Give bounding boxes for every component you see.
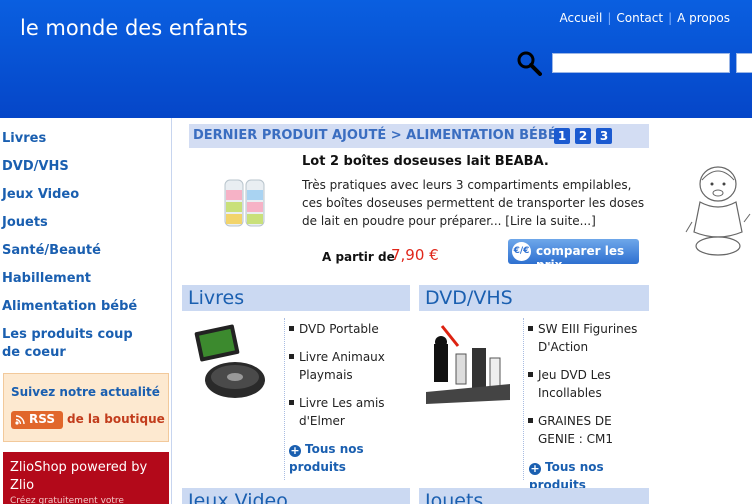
- search-go-button[interactable]: [736, 53, 752, 73]
- zlio-promo-box[interactable]: ZlioShop powered by Zlio Créez gratuitem…: [3, 452, 169, 504]
- page-1-button[interactable]: 1: [554, 128, 570, 144]
- list-item-label: GRAINES DE GENIE : CM1: [538, 414, 614, 446]
- compare-prices-button[interactable]: €/€ comparer les prix: [508, 239, 639, 272]
- livres-all-products-link[interactable]: + Tous nos produits: [289, 440, 399, 476]
- sidebar-item-jouets[interactable]: Jouets: [2, 214, 48, 232]
- section-jeux-header: Jeux Video: [182, 488, 410, 504]
- plus-icon: +: [289, 444, 301, 457]
- compare-prices-label: comparer les prix: [536, 244, 625, 272]
- sidebar-item-sante-beaute[interactable]: Santé/Beauté: [2, 242, 101, 260]
- rss-text-link[interactable]: de la boutique: [67, 412, 165, 426]
- search-input[interactable]: [552, 53, 730, 73]
- sidebar: Livres DVD/VHS Jeux Video Jouets Santé/B…: [0, 118, 172, 504]
- section-jouets-header: Jouets: [419, 488, 649, 504]
- news-box: Suivez notre actualité RSS de la boutiqu…: [3, 373, 169, 442]
- baby-illustration: [685, 166, 751, 256]
- news-title: Suivez notre actualité: [11, 385, 160, 399]
- section-livres-title[interactable]: Livres: [188, 287, 244, 309]
- rss-icon: [15, 415, 25, 425]
- list-item[interactable]: Jeu DVD Les Incollables: [528, 366, 638, 402]
- list-item[interactable]: DVD Portable: [289, 320, 409, 338]
- list-item-label: Livre Animaux Playmais: [299, 350, 385, 382]
- list-item-label: DVD Portable: [299, 322, 379, 336]
- search-icon[interactable]: [516, 50, 542, 76]
- nav-accueil-link[interactable]: Accueil: [559, 11, 602, 25]
- sidebar-item-alimentation-bebe[interactable]: Alimentation bébé: [2, 298, 137, 316]
- zlio-title: ZlioShop powered by Zlio: [10, 460, 148, 493]
- list-item-label: Jeu DVD Les Incollables: [538, 368, 611, 400]
- section-dvd-header: DVD/VHS: [419, 285, 649, 311]
- rss-button[interactable]: RSS: [11, 411, 63, 429]
- site-title[interactable]: le monde des enfants: [20, 16, 248, 40]
- list-item-label: SW EIII Figurines D'Action: [538, 322, 638, 354]
- price-value: 7,90 €: [391, 246, 439, 264]
- sidebar-item-livres[interactable]: Livres: [2, 130, 46, 148]
- list-item[interactable]: Livre Les amis d'Elmer: [289, 394, 409, 430]
- price-label: A partir de: [322, 250, 395, 264]
- featured-header-bar: DERNIER PRODUIT AJOUTÉ > ALIMENTATION BÉ…: [189, 124, 649, 148]
- list-item-label: Livre Les amis d'Elmer: [299, 396, 385, 428]
- section-jouets-title[interactable]: Jouets: [425, 490, 483, 504]
- featured-breadcrumb[interactable]: DERNIER PRODUIT AJOUTÉ > ALIMENTATION BÉ…: [193, 128, 557, 143]
- list-item[interactable]: GRAINES DE GENIE : CM1: [528, 412, 638, 448]
- all-products-label: Tous nos produits: [289, 442, 364, 474]
- nav-contact-link[interactable]: Contact: [616, 11, 663, 25]
- section-jeux-title[interactable]: Jeux Video: [188, 490, 288, 504]
- top-nav: Accueil | Contact | A propos: [559, 11, 730, 25]
- dvd-product-image[interactable]: [424, 322, 512, 406]
- page-2-button[interactable]: 2: [575, 128, 591, 144]
- page-3-button[interactable]: 3: [596, 128, 612, 144]
- nav-apropos-link[interactable]: A propos: [677, 11, 730, 25]
- list-item[interactable]: Livre Animaux Playmais: [289, 348, 409, 384]
- section-livres-header: Livres: [182, 285, 410, 311]
- sidebar-item-jeux-video[interactable]: Jeux Video: [2, 186, 79, 204]
- section-dvd-title[interactable]: DVD/VHS: [425, 287, 513, 309]
- product-image[interactable]: [222, 176, 268, 230]
- dvd-list: SW EIII Figurines D'Action Jeu DVD Les I…: [523, 318, 649, 480]
- livres-product-image[interactable]: [189, 322, 269, 404]
- product-title[interactable]: Lot 2 boîtes doseuses lait BEABA.: [302, 154, 549, 169]
- product-description: Très pratiques avec leurs 3 compartiment…: [302, 178, 645, 228]
- zlio-subtitle: Créez gratuitement votre: [10, 496, 124, 504]
- rss-label: RSS: [29, 412, 55, 426]
- list-item[interactable]: SW EIII Figurines D'Action: [528, 320, 638, 356]
- euro-compare-icon: €/€: [512, 242, 531, 261]
- plus-icon: +: [529, 462, 541, 475]
- site-header: le monde des enfants Accueil | Contact | A p…: [0, 0, 752, 118]
- sidebar-item-dvd-vhs[interactable]: DVD/VHS: [2, 158, 69, 176]
- sidebar-item-habillement[interactable]: Habillement: [2, 270, 91, 288]
- sidebar-item-coup-de-coeur[interactable]: Les produits coup de coeur: [2, 326, 152, 362]
